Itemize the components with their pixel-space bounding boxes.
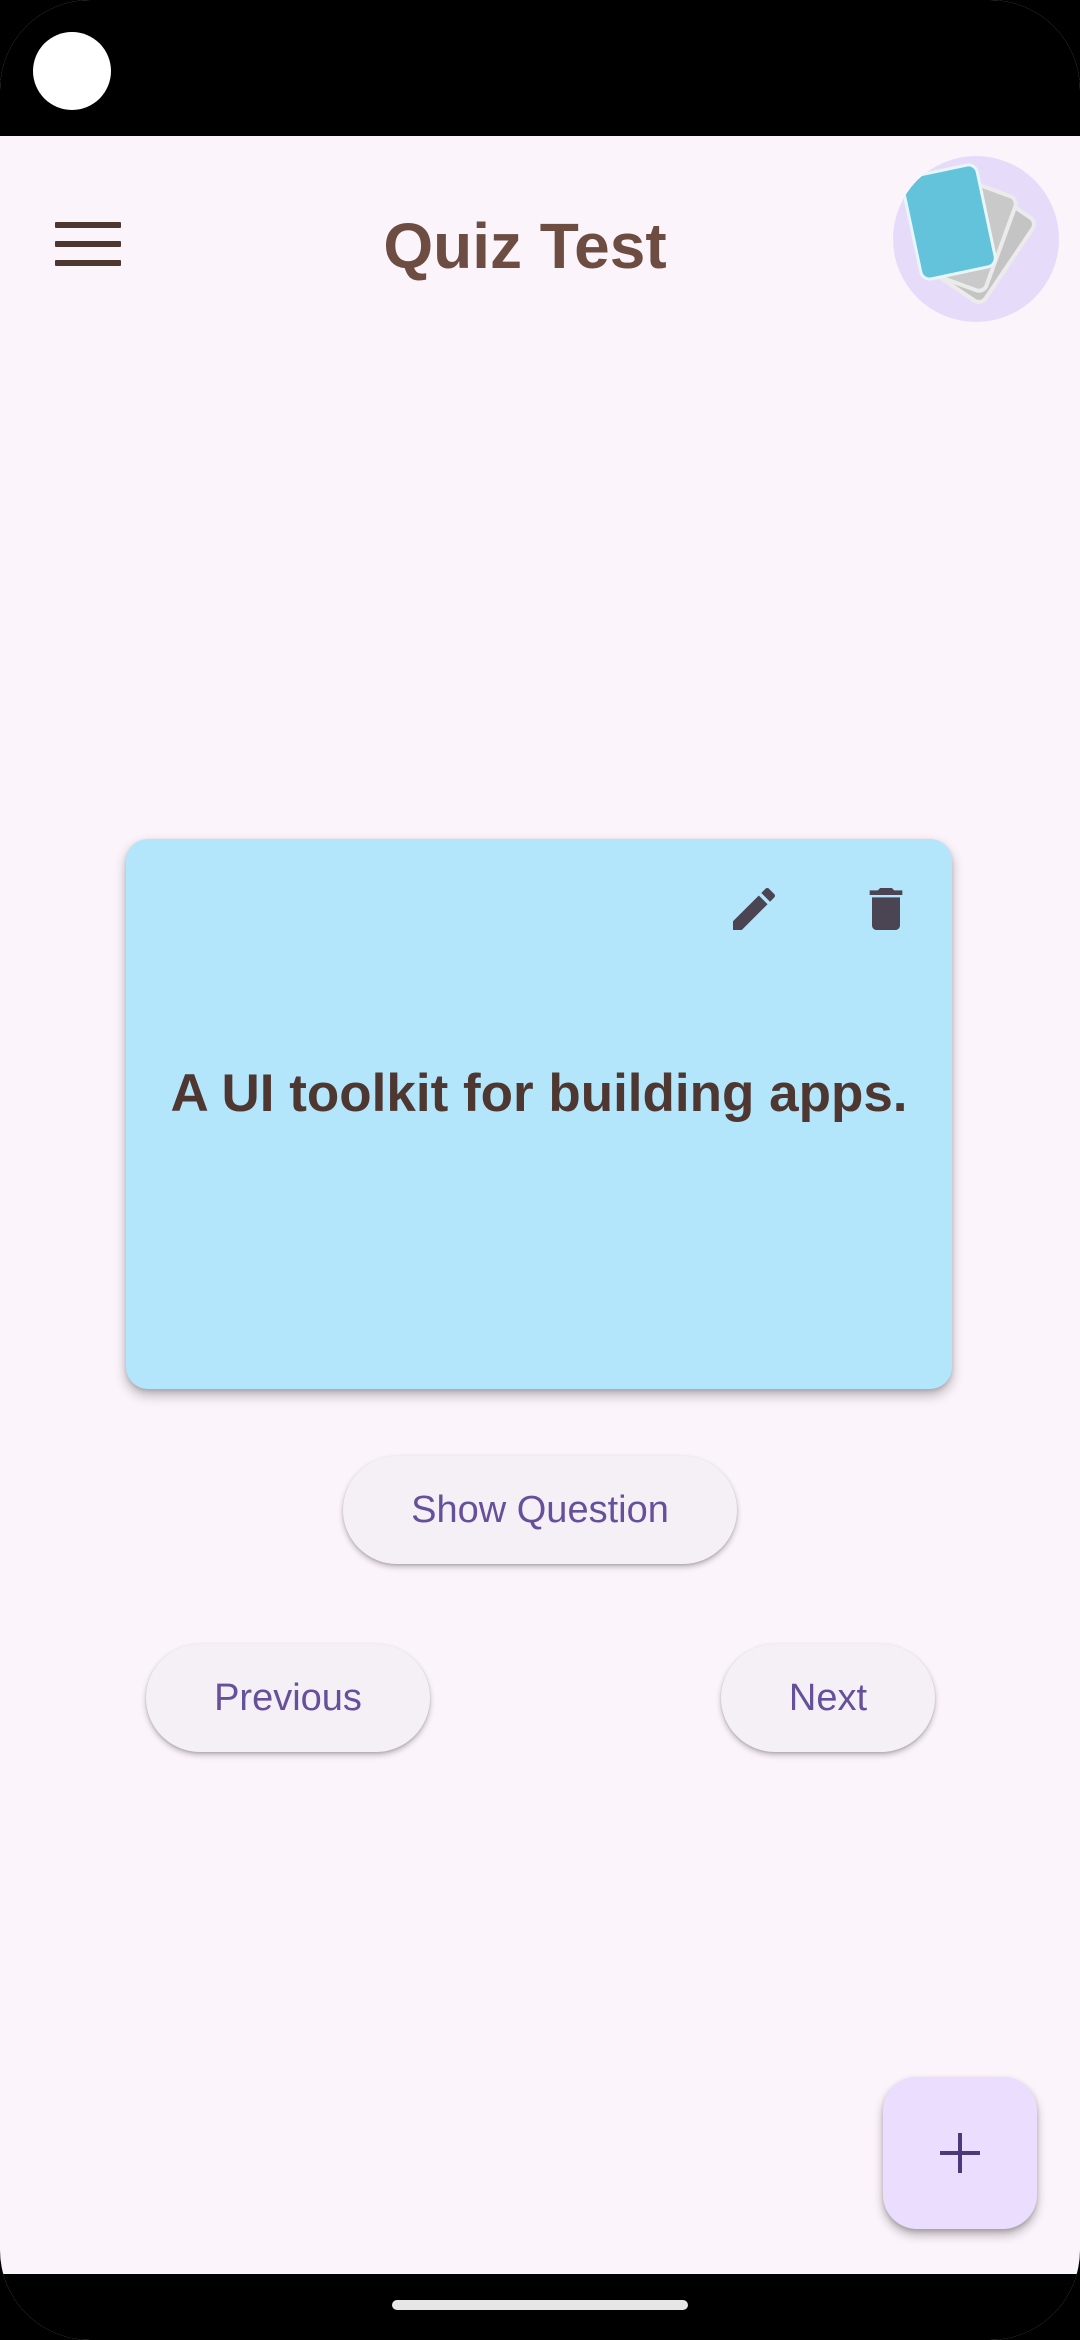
- next-label: Next: [788, 1676, 868, 1719]
- show-question-label: Show Question: [411, 1488, 669, 1531]
- camera-cutout: [33, 32, 111, 110]
- previous-label: Previous: [214, 1676, 362, 1719]
- edit-button[interactable]: [714, 869, 794, 949]
- delete-button[interactable]: [846, 869, 926, 949]
- next-button[interactable]: Next: [721, 1644, 935, 1752]
- flashcards-logo-icon: [901, 163, 1036, 304]
- app-screen: Quiz Test A UI toolkit for building apps…: [0, 0, 1080, 2340]
- home-indicator[interactable]: [392, 2300, 688, 2310]
- previous-button[interactable]: Previous: [146, 1644, 430, 1752]
- trash-icon: [869, 888, 903, 930]
- plus-icon: [940, 2133, 980, 2173]
- app-logo: [893, 156, 1059, 322]
- add-card-button[interactable]: [883, 2077, 1037, 2229]
- app-bar: Quiz Test: [0, 136, 1080, 346]
- flashcard[interactable]: A UI toolkit for building apps.: [126, 839, 952, 1389]
- card-answer-text: A UI toolkit for building apps.: [170, 1064, 908, 1123]
- page-title: Quiz Test: [383, 210, 667, 282]
- show-question-button[interactable]: Show Question: [343, 1456, 737, 1564]
- menu-button[interactable]: [30, 186, 146, 302]
- menu-icon: [55, 222, 121, 266]
- status-bar: [0, 0, 1080, 136]
- pencil-icon: [733, 887, 776, 930]
